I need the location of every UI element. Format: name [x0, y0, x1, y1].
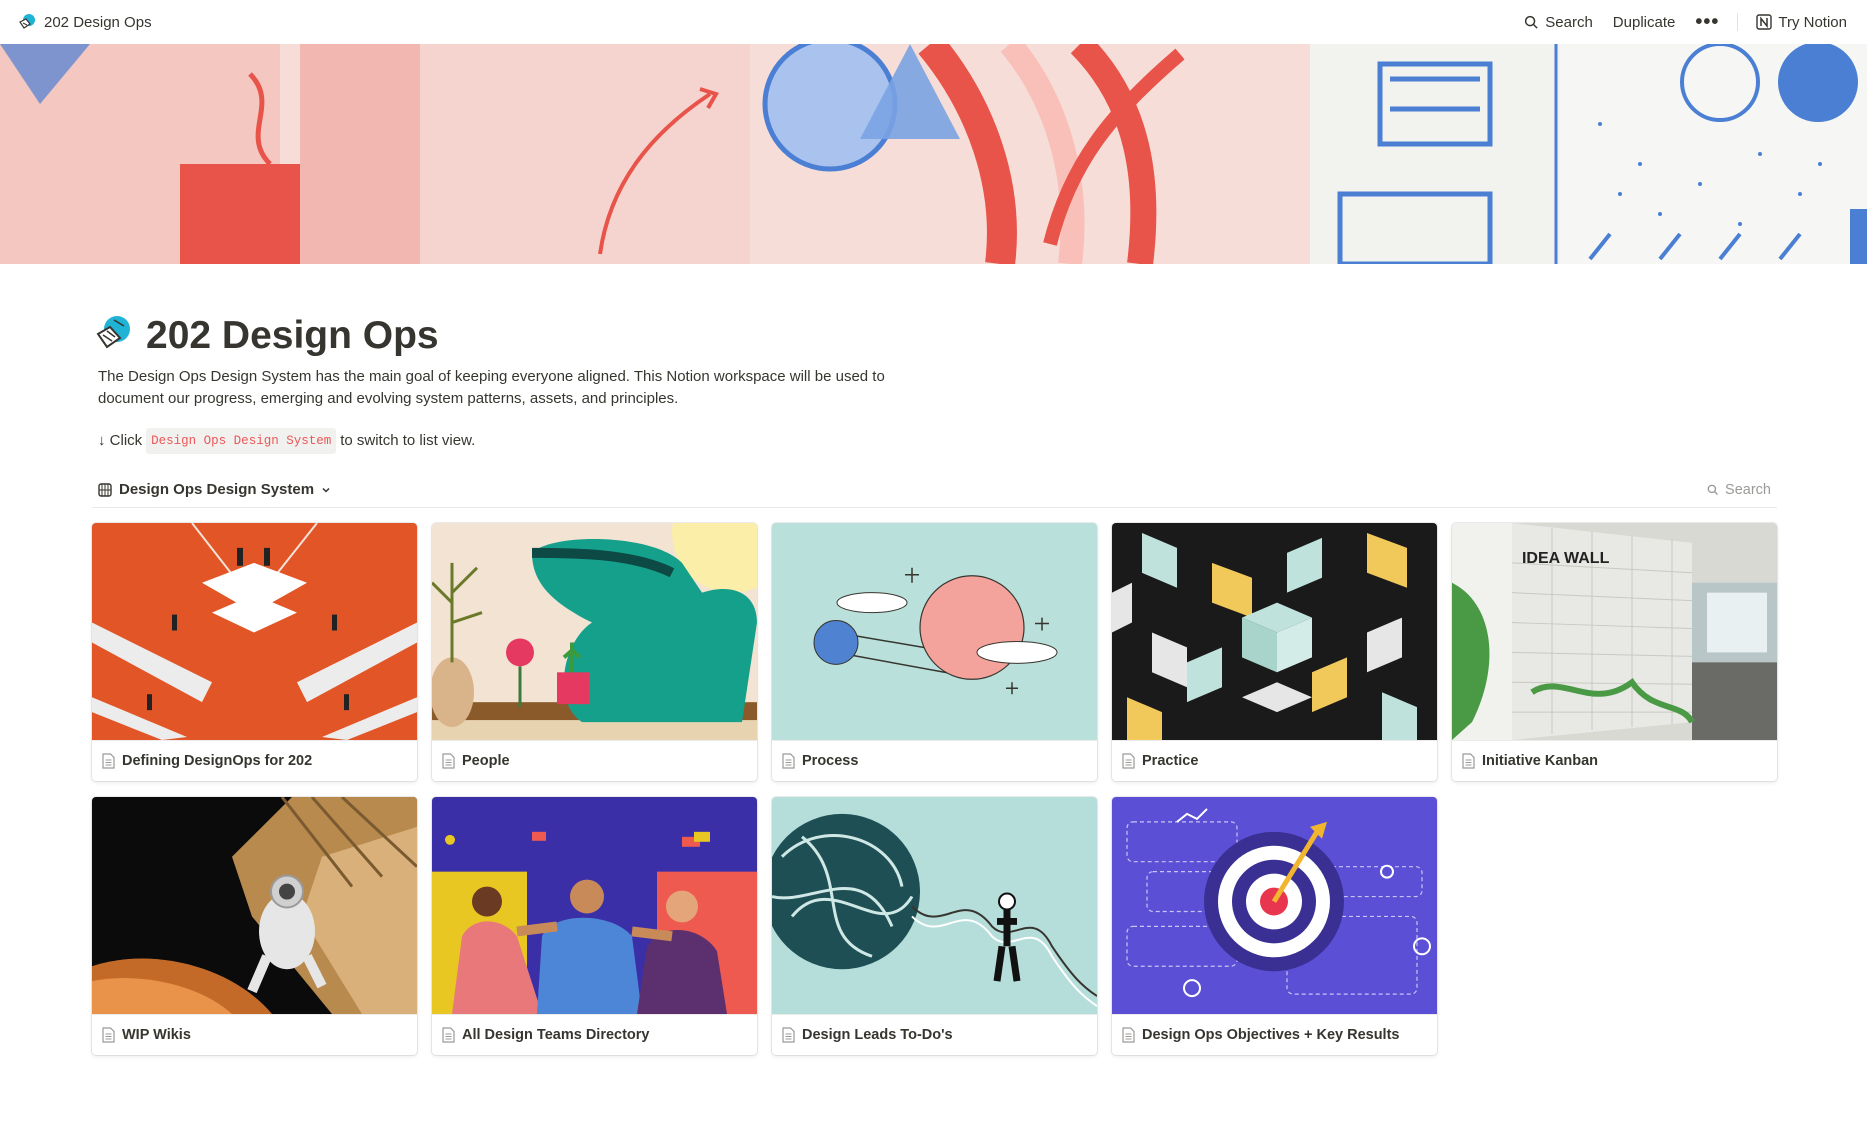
gallery-card[interactable]: All Design Teams Directory: [432, 797, 757, 1055]
notion-logo-icon: [1756, 14, 1773, 30]
breadcrumb[interactable]: 202 Design Ops: [12, 9, 158, 35]
page-description: The Design Ops Design System has the mai…: [98, 368, 885, 407]
card-cover-image: [432, 797, 757, 1015]
inline-code: Design Ops Design System: [146, 428, 337, 454]
chevron-down-icon: [322, 487, 330, 493]
page-icon: [782, 1027, 795, 1043]
card-title: Initiative Kanban: [1482, 753, 1599, 769]
page-icon[interactable]: [94, 314, 134, 354]
card-title: Defining DesignOps for 202: [122, 753, 313, 769]
gallery-card[interactable]: Design Ops Objectives + Key Results: [1112, 797, 1437, 1055]
svg-text:IDEA WALL: IDEA WALL: [1522, 550, 1610, 567]
more-options-icon[interactable]: •••: [1687, 8, 1727, 36]
gallery-card[interactable]: People: [432, 523, 757, 781]
gallery-card[interactable]: Defining DesignOps for 202: [92, 523, 417, 781]
top-bar: 202 Design Ops Search Duplicate ••• Try …: [0, 0, 1867, 44]
card-cover-image: IDEA WALL: [1452, 523, 1777, 741]
page-icon: [1122, 753, 1135, 769]
gallery-card[interactable]: WIP Wikis: [92, 797, 417, 1055]
gallery-card[interactable]: Practice: [1112, 523, 1437, 781]
hint-prefix: ↓ Click: [98, 432, 143, 449]
card-cover-image: [432, 523, 757, 741]
card-title-row: Practice: [1112, 741, 1437, 781]
search-icon: [1525, 15, 1538, 29]
try-notion-button[interactable]: Try Notion: [1748, 10, 1855, 35]
try-notion-label: Try Notion: [1778, 13, 1847, 31]
globe-hands-icon: [96, 316, 130, 349]
card-title: Process: [802, 753, 859, 769]
card-title: Design Ops Objectives + Key Results: [1142, 1027, 1400, 1043]
card-title: Design Leads To-Do's: [802, 1027, 953, 1043]
database-header: Design Ops Design System Search: [92, 472, 1777, 508]
gallery-card[interactable]: Design Leads To-Do's: [772, 797, 1097, 1055]
card-cover-image: [92, 523, 417, 741]
breadcrumb-label: 202 Design Ops: [44, 13, 152, 31]
card-title-row: Process: [772, 741, 1097, 781]
card-title-row: WIP Wikis: [92, 1015, 417, 1055]
card-title-row: Initiative Kanban: [1452, 741, 1777, 781]
card-cover-image: [1112, 523, 1437, 741]
hint-suffix: to switch to list view.: [340, 432, 476, 449]
card-title-row: People: [432, 741, 757, 781]
card-title: All Design Teams Directory: [462, 1027, 650, 1043]
card-cover-image: [772, 523, 1097, 741]
card-title-row: Design Ops Objectives + Key Results: [1112, 1015, 1437, 1055]
search-button[interactable]: Search: [1516, 10, 1601, 35]
gallery-card[interactable]: Process: [772, 523, 1097, 781]
cover-image: [0, 44, 1867, 264]
card-title-row: Design Leads To-Do's: [772, 1015, 1097, 1055]
card-title-row: All Design Teams Directory: [432, 1015, 757, 1055]
database-search-placeholder: Search: [1725, 481, 1771, 498]
card-cover-image: [772, 797, 1097, 1015]
gallery-grid: Defining DesignOps for 202 People Proces…: [92, 523, 1777, 1055]
page-icon: [442, 753, 455, 769]
page-title: 202 Design Ops: [146, 314, 439, 357]
database-title: Design Ops Design System: [119, 481, 315, 498]
card-title: Practice: [1142, 753, 1199, 769]
gallery-view-icon: [98, 482, 112, 497]
card-cover-image: [1112, 797, 1437, 1015]
card-title: People: [462, 753, 510, 769]
page-icon: [442, 1027, 455, 1043]
page-icon: [1462, 753, 1475, 769]
database-view-switcher[interactable]: Design Ops Design System: [92, 481, 337, 498]
database-search[interactable]: Search: [1707, 482, 1777, 498]
page-icon: [1122, 1027, 1135, 1043]
divider: [1737, 13, 1739, 31]
search-icon: [1707, 484, 1719, 495]
card-title-row: Defining DesignOps for 202: [92, 741, 417, 781]
card-title: WIP Wikis: [122, 1027, 191, 1043]
card-cover-image: [92, 797, 417, 1015]
page-icon: [782, 753, 795, 769]
page-icon: [102, 1027, 115, 1043]
duplicate-button[interactable]: Duplicate: [1605, 10, 1684, 35]
switch-view-hint: ↓ Click Design Ops Design System to swit…: [98, 428, 475, 454]
search-label: Search: [1545, 13, 1593, 31]
workspace-logo-icon: [19, 14, 35, 29]
page-icon: [102, 753, 115, 769]
duplicate-label: Duplicate: [1612, 13, 1676, 31]
gallery-card[interactable]: IDEA WALL Initiative Kanban: [1452, 523, 1777, 781]
